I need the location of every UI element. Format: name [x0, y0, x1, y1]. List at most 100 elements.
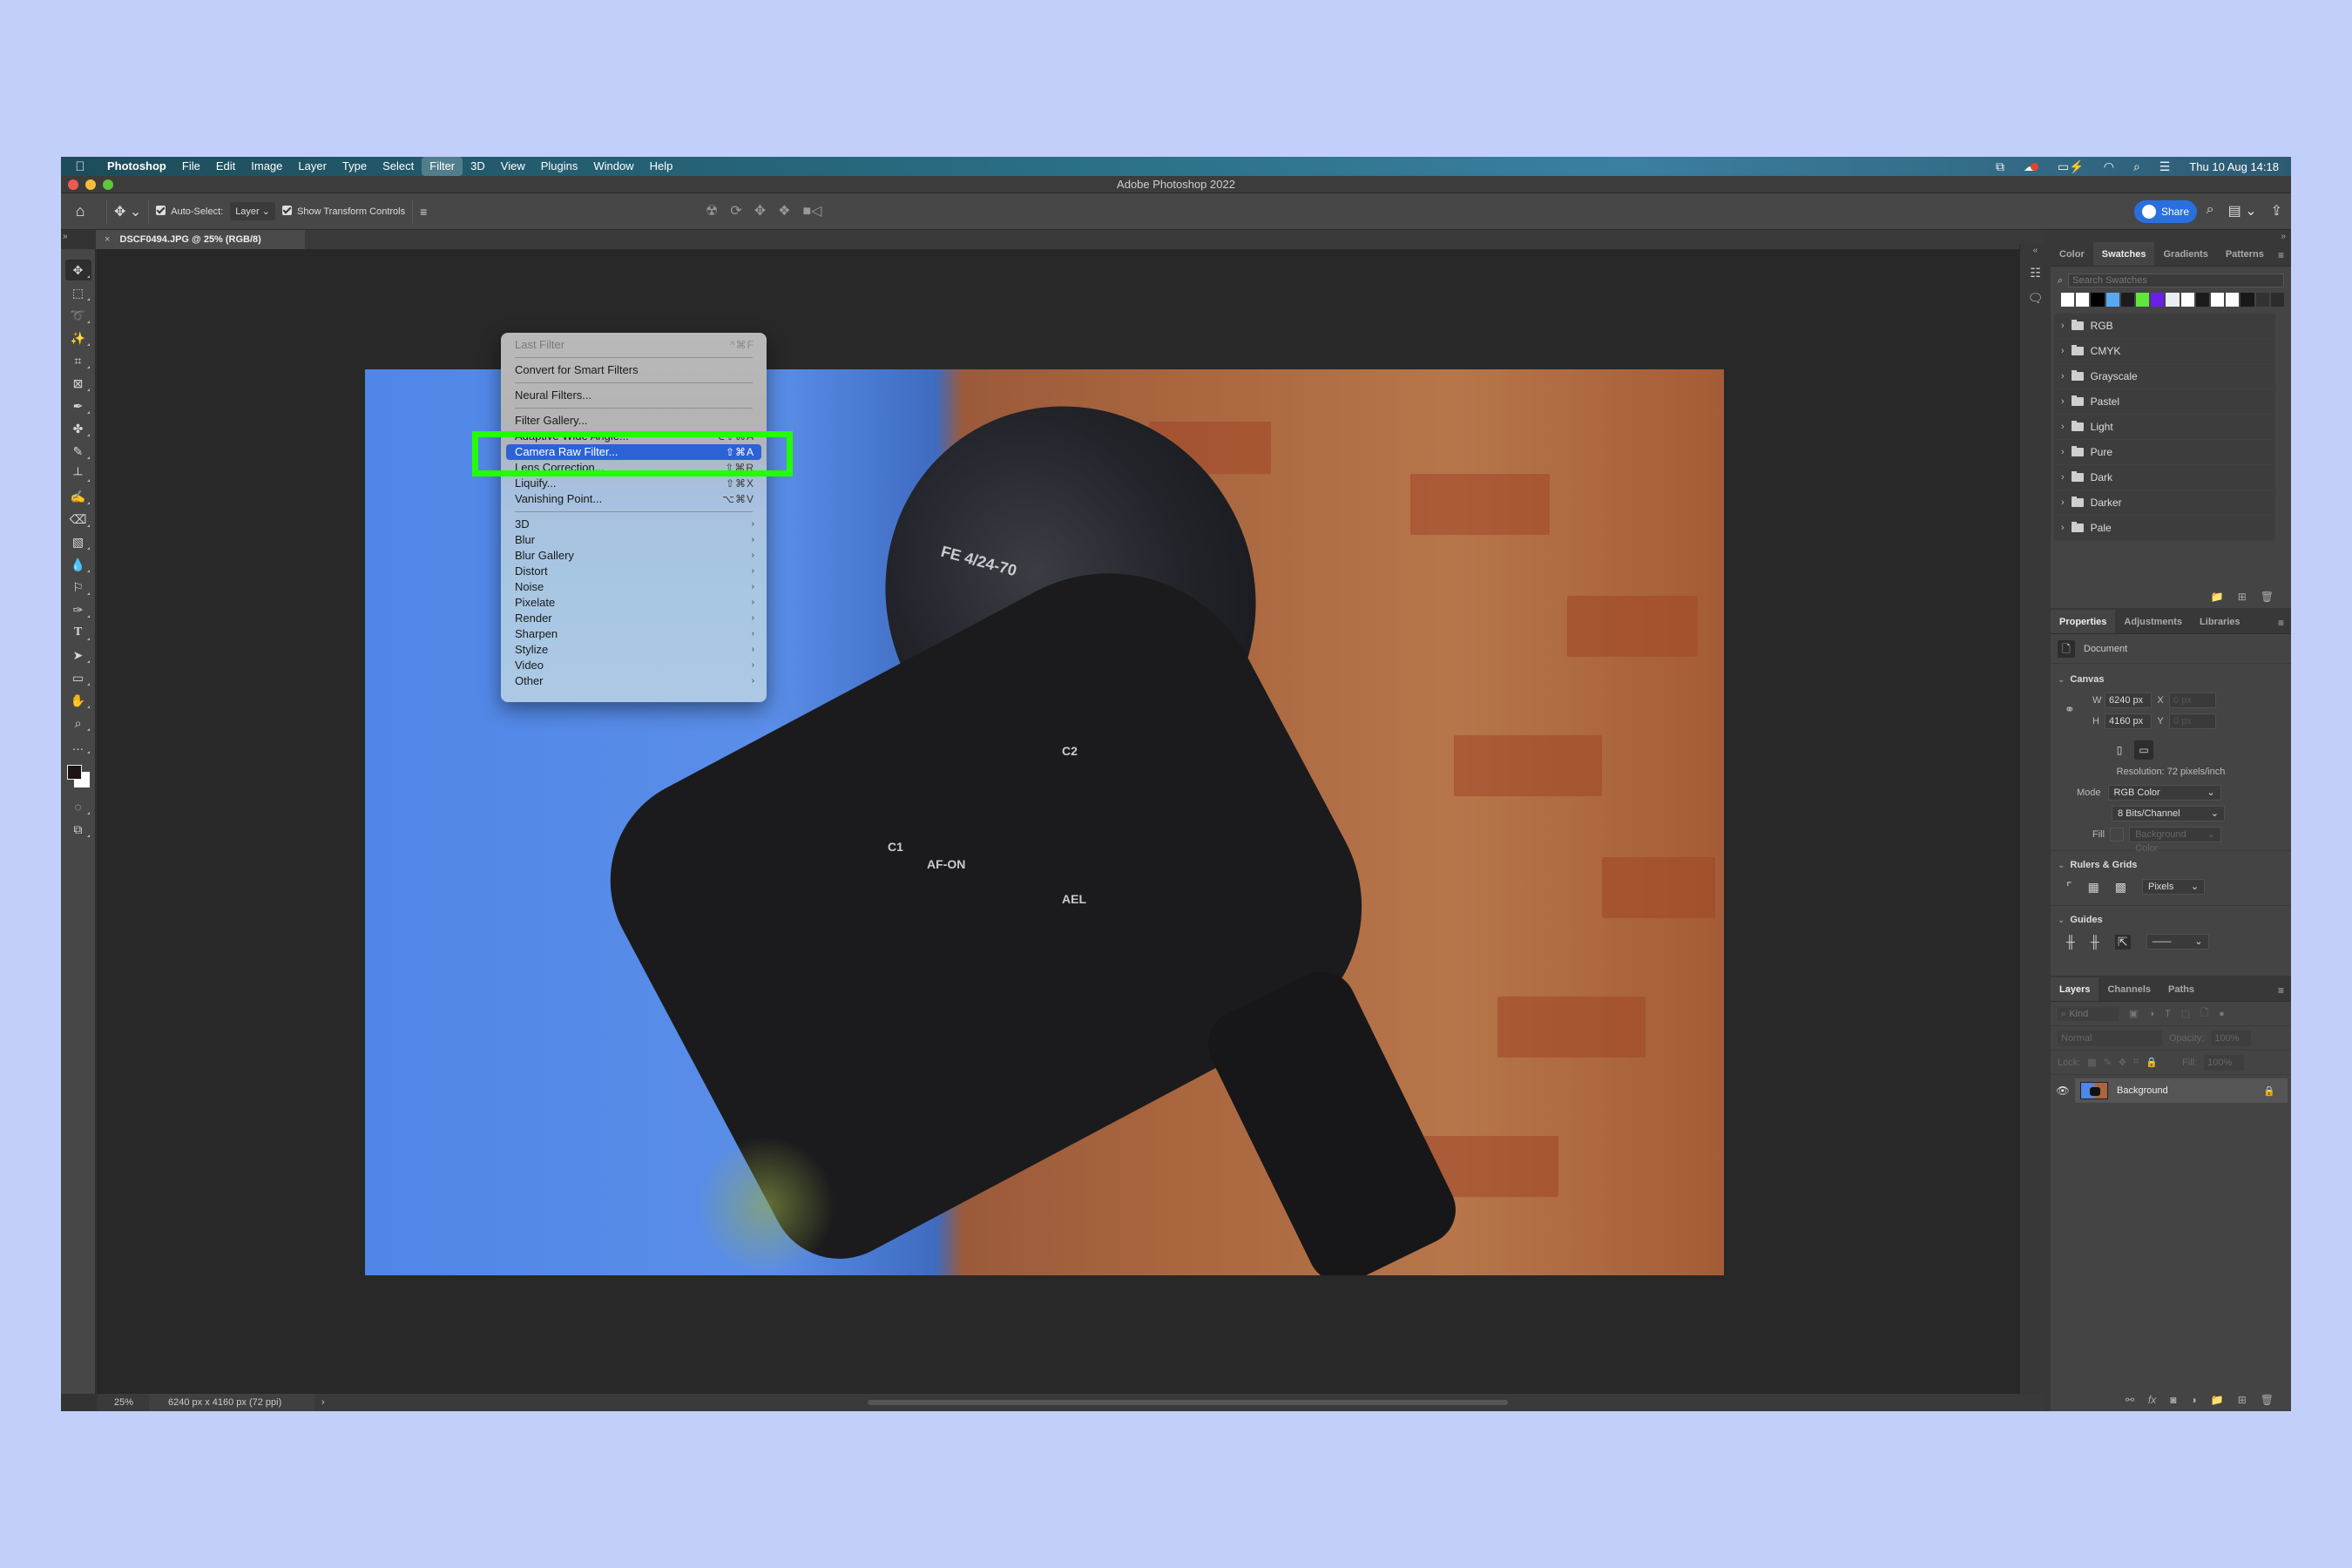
swatch-group-light[interactable]: › Light — [2054, 415, 2275, 440]
menu-filter[interactable]: Filter — [422, 157, 463, 176]
add-mask-icon[interactable]: ◙ — [2170, 1394, 2176, 1406]
type-tool-icon[interactable]: T — [65, 622, 91, 643]
canvas-width-field[interactable]: 6240 px — [2105, 693, 2152, 708]
tab-swatches[interactable]: Swatches — [2092, 242, 2155, 266]
swatch-group-rgb[interactable]: › RGB — [2054, 314, 2275, 339]
3d-orbit-icon[interactable]: ☢ — [706, 202, 718, 220]
tab-channels[interactable]: Channels — [2099, 977, 2159, 1001]
panel-menu-icon[interactable]: ≡ — [2278, 249, 2284, 261]
swatch[interactable] — [2195, 293, 2210, 307]
filter-menu-item-stylize[interactable]: Stylize › — [506, 642, 761, 658]
new-group-icon[interactable]: 📁 — [2211, 591, 2224, 603]
blend-mode-dropdown[interactable]: Normal — [2058, 1030, 2162, 1046]
swatch[interactable] — [2240, 293, 2254, 307]
swatch[interactable] — [2255, 293, 2269, 307]
chevron-right-icon[interactable]: › — [2061, 396, 2065, 407]
filter-menu-item-distort[interactable]: Distort › — [506, 564, 761, 579]
panel-menu-icon[interactable]: ≡ — [2278, 984, 2284, 997]
lock-transparency-icon[interactable]: ▩ — [2087, 1057, 2096, 1068]
panel-menu-icon[interactable]: ≡ — [2278, 617, 2284, 629]
smart-guides-icon[interactable]: ⇱ — [2114, 934, 2131, 950]
grid-icon[interactable]: ▦ — [2088, 880, 2099, 895]
swatch[interactable] — [2270, 293, 2285, 307]
lock-pixels-icon[interactable]: ✎ — [2104, 1057, 2112, 1068]
marquee-tool-icon[interactable]: ⬚ — [65, 282, 91, 303]
swatch[interactable] — [2136, 293, 2150, 307]
canvas-height-field[interactable]: 4160 px — [2105, 713, 2152, 729]
collapse-panels-icon[interactable]: » — [2281, 232, 2286, 241]
menu-window[interactable]: Window — [585, 157, 641, 176]
align-icon[interactable]: ≡ — [420, 205, 427, 219]
filter-menu-item-noise[interactable]: Noise › — [506, 579, 761, 595]
3d-scale-icon[interactable]: ■◁ — [803, 202, 822, 220]
chevron-right-icon[interactable]: › — [2061, 472, 2065, 483]
filter-menu-item-camera-raw-filter[interactable]: Camera Raw Filter... ⇧⌘A — [506, 444, 761, 460]
layer-lock-icon[interactable]: 🔒 — [2263, 1085, 2275, 1097]
filter-menu-item-video[interactable]: Video › — [506, 658, 761, 673]
fill-color-swatch[interactable] — [2110, 828, 2125, 841]
zoom-level[interactable]: 25% — [97, 1397, 149, 1408]
gradient-tool-icon[interactable]: ▧ — [65, 531, 91, 552]
eyedropper-tool-icon[interactable]: ✒ — [65, 395, 91, 416]
spotlight-search-icon[interactable]: ⌕ — [2133, 159, 2140, 174]
show-transform-controls-checkbox[interactable]: Show Transform Controls — [282, 206, 405, 217]
home-icon[interactable]: ⌂ — [61, 202, 99, 220]
workspace-icon[interactable]: ▤ ⌄ — [2228, 202, 2257, 220]
menu-view[interactable]: View — [493, 157, 533, 176]
fill-field[interactable]: 100% — [2204, 1054, 2245, 1071]
guides-section-header[interactable]: ⌄ Guides — [2051, 911, 2291, 929]
filter-menu-item-pixelate[interactable]: Pixelate › — [506, 595, 761, 611]
swatch[interactable] — [2226, 293, 2240, 307]
filter-menu-item-lens-correction[interactable]: Lens Correction... ⇧⌘R — [506, 460, 761, 476]
swatch-group-pastel[interactable]: › Pastel — [2054, 389, 2275, 415]
layer-kind-filter[interactable]: ⌕ Kind — [2058, 1006, 2119, 1021]
menu-layer[interactable]: Layer — [290, 157, 335, 176]
tab-paths[interactable]: Paths — [2159, 977, 2203, 1001]
tab-gradients[interactable]: Gradients — [2154, 242, 2216, 266]
canvas-area[interactable]: FE 4/24-70 AEL AF-ON C2 C1 — [97, 249, 2059, 1394]
layer-name[interactable]: Background — [2117, 1085, 2263, 1096]
creative-cloud-icon[interactable]: ☁ — [2024, 159, 2039, 174]
tab-layers[interactable]: Layers — [2051, 977, 2099, 1001]
swatch[interactable] — [2076, 293, 2090, 307]
smart-object-filter-icon[interactable]: 🗋 — [2200, 1005, 2208, 1022]
ruler-units-dropdown[interactable]: Pixels ⌄ — [2142, 879, 2206, 895]
menu-3d[interactable]: 3D — [463, 157, 493, 176]
color-mode-dropdown[interactable]: RGB Color ⌄ — [2107, 785, 2221, 801]
blur-tool-icon[interactable]: 💧 — [65, 554, 91, 575]
3d-drag-icon[interactable]: ✥ — [754, 202, 766, 220]
chevron-right-icon[interactable]: › — [2061, 422, 2065, 432]
new-swatch-icon[interactable]: ⊞ — [2238, 591, 2247, 603]
brush-tool-icon[interactable]: ✎ — [65, 441, 91, 462]
layer-row[interactable]: 👁 Background 🔒 — [2051, 1078, 2288, 1103]
path-selection-tool-icon[interactable]: ➤ — [65, 645, 91, 666]
export-icon[interactable]: ⇪ — [2271, 202, 2282, 220]
new-layer-icon[interactable]: ⊞ — [2238, 1394, 2247, 1406]
frame-tool-icon[interactable]: ⊠ — [65, 373, 91, 394]
3d-slide-icon[interactable]: ❖ — [778, 202, 790, 220]
landscape-orientation-icon[interactable]: ▭ — [2134, 740, 2153, 760]
delete-layer-icon[interactable]: 🗑 — [2261, 1394, 2274, 1406]
canvas-y-field[interactable]: 0 px — [2169, 713, 2216, 729]
filter-menu-item-blur[interactable]: Blur › — [506, 532, 761, 548]
transparency-grid-icon[interactable]: ▩ — [2115, 880, 2126, 895]
auto-select-target-dropdown[interactable]: Layer ⌄ — [230, 202, 275, 220]
swatch[interactable] — [2211, 293, 2225, 307]
new-group-icon[interactable]: 📁 — [2211, 1394, 2224, 1406]
rulers-grids-section-header[interactable]: ⌄ Rulers & Grids — [2051, 856, 2291, 874]
lock-all-icon[interactable]: 🔒 — [2146, 1057, 2158, 1068]
rectangle-tool-icon[interactable]: ▭ — [65, 667, 91, 688]
type-layer-filter-icon[interactable]: T — [2165, 1009, 2171, 1019]
chevron-right-icon[interactable]: › — [2061, 346, 2065, 356]
ruler-icon[interactable]: ⌜ — [2066, 880, 2072, 895]
auto-select-checkbox[interactable]: Auto-Select: — [156, 206, 223, 217]
lock-position-icon[interactable]: ✥ — [2119, 1057, 2126, 1068]
move-tool-preset-icon[interactable]: ✥ ⌄ — [114, 203, 141, 220]
swatch-group-pale[interactable]: › Pale — [2054, 516, 2275, 541]
menu-edit[interactable]: Edit — [208, 157, 243, 176]
guide-style-dropdown[interactable]: —— ⌄ — [2146, 934, 2209, 950]
link-dimensions-icon[interactable]: ⚭ — [2065, 702, 2075, 717]
app-menu[interactable]: Photoshop — [99, 157, 174, 176]
screen-mode-icon[interactable]: ⧉ — [65, 819, 91, 840]
filter-menu-item-other[interactable]: Other › — [506, 673, 761, 689]
